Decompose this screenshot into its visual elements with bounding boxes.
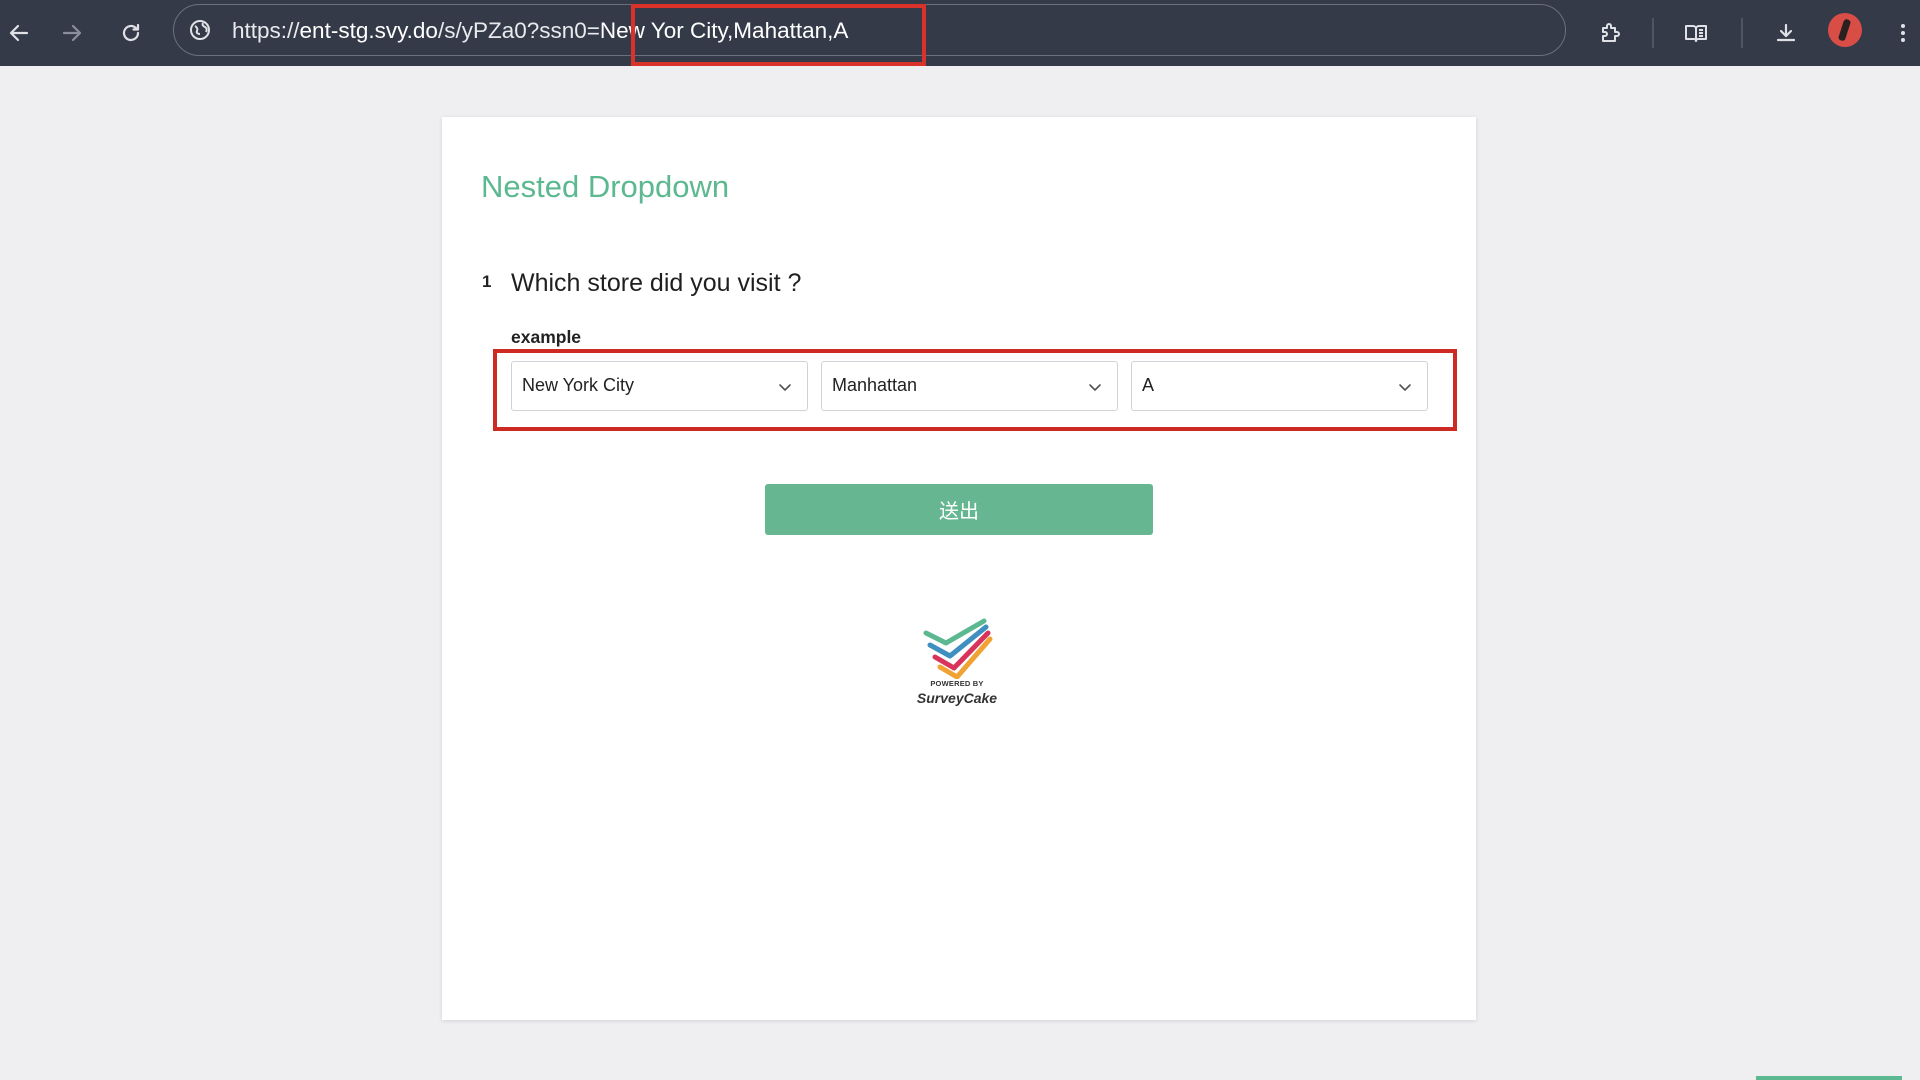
toolbar-separator xyxy=(1741,18,1743,48)
url-annotation-box xyxy=(631,4,926,66)
city-dropdown-value: New York City xyxy=(522,375,635,395)
url-prefix: https:// xyxy=(232,18,300,43)
back-icon[interactable] xyxy=(0,14,38,52)
profile-avatar[interactable] xyxy=(1828,13,1862,47)
browser-toolbar: https://ent-stg.svy.do/s/yPZa0?ssn0=New … xyxy=(0,0,1920,66)
powered-by-label: POWERED BY xyxy=(930,679,984,688)
store-dropdown-value: A xyxy=(1142,375,1155,395)
survey-card: Nested Dropdown 1 Which store did you vi… xyxy=(442,117,1476,1020)
extensions-icon[interactable] xyxy=(1591,14,1629,52)
chevron-down-icon xyxy=(1397,379,1413,395)
url-host: ent-stg.svy.do xyxy=(299,18,438,43)
surveycake-check-icon xyxy=(923,618,993,680)
city-dropdown[interactable]: New York City xyxy=(511,361,808,411)
bottom-accent-bar xyxy=(1756,1076,1902,1080)
store-dropdown[interactable]: A xyxy=(1131,361,1428,411)
more-menu-icon[interactable] xyxy=(1884,14,1920,52)
district-dropdown[interactable]: Manhattan xyxy=(821,361,1118,411)
submit-button[interactable]: 送出 xyxy=(765,484,1153,535)
chevron-down-icon xyxy=(1087,379,1103,395)
question-description: example xyxy=(511,327,582,347)
toolbar-separator xyxy=(1652,18,1654,48)
url-path: /s/yPZa0?ssn0= xyxy=(437,18,600,43)
district-dropdown-value: Manhattan xyxy=(832,375,918,395)
surveycake-logo[interactable]: POWERED BY SurveyCake xyxy=(902,617,1012,727)
reload-icon[interactable] xyxy=(112,14,150,52)
download-icon[interactable] xyxy=(1767,14,1805,52)
chevron-down-icon xyxy=(777,379,793,395)
forward-icon[interactable] xyxy=(53,14,91,52)
page-viewport: Nested Dropdown 1 Which store did you vi… xyxy=(0,66,1920,1080)
survey-title: Nested Dropdown xyxy=(481,169,730,204)
question-number: 1 xyxy=(482,272,492,291)
reading-mode-icon[interactable] xyxy=(1677,14,1715,52)
brand-name: SurveyCake xyxy=(916,690,998,706)
site-info-icon[interactable] xyxy=(188,18,212,42)
question-text: Which store did you visit ? xyxy=(511,269,802,297)
